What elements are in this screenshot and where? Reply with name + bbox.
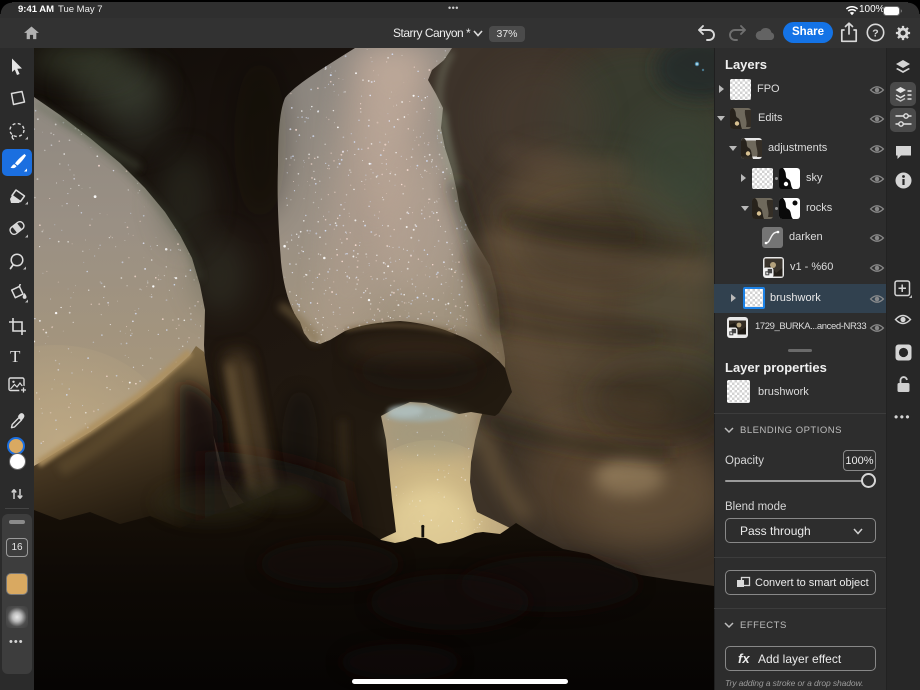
svg-text:?: ? — [872, 27, 878, 39]
